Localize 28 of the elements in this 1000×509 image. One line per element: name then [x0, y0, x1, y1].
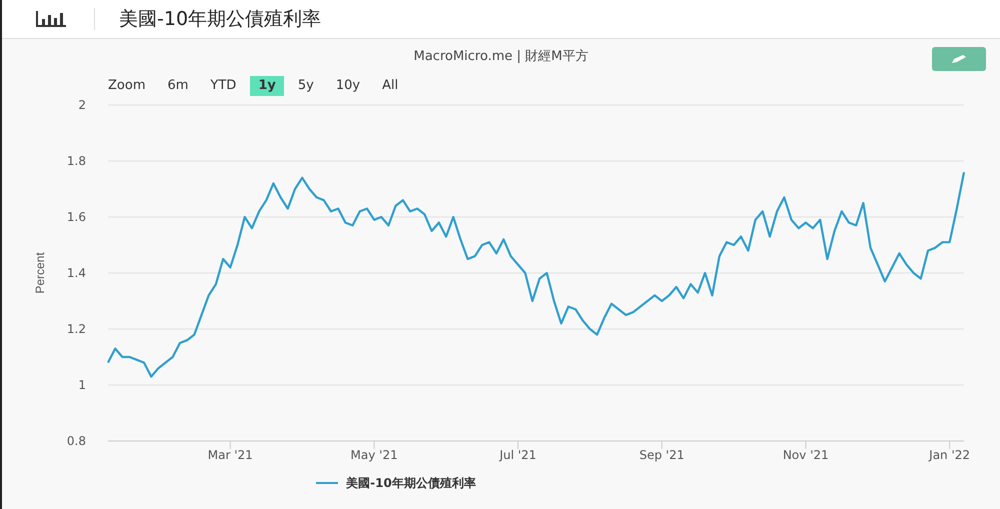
x-tick-label: Jul '21	[500, 448, 536, 462]
x-tick-label: May '21	[350, 448, 398, 462]
range-button[interactable]: YTD	[202, 76, 244, 96]
page-title: 美國-10年期公債殖利率	[119, 6, 322, 32]
y-tick-label: 1.4	[66, 266, 86, 280]
y-tick-label: 1	[78, 378, 86, 392]
y-tick-label: 0.8	[66, 434, 86, 448]
range-button[interactable]: 1y	[250, 76, 284, 96]
legend-line-icon	[316, 482, 338, 484]
x-tick-label: Nov '21	[782, 448, 829, 462]
zoom-label: Zoom	[108, 77, 146, 96]
x-tick-label: Mar '21	[208, 448, 253, 462]
bar-chart-icon	[36, 11, 66, 27]
x-tick-label: Jan '22	[929, 448, 970, 462]
edit-button[interactable]	[932, 47, 986, 71]
pencil-icon	[950, 54, 968, 64]
x-tick-label: Sep '21	[639, 448, 684, 462]
legend-label[interactable]: 美國-10年期公債殖利率	[346, 474, 476, 492]
range-button[interactable]: 10y	[328, 76, 368, 96]
chart-subtitle: MacroMicro.me | 財經M平方	[414, 48, 588, 66]
y-tick-label: 1.2	[66, 322, 86, 336]
range-button[interactable]: 5y	[290, 76, 322, 96]
range-button[interactable]: All	[374, 76, 406, 96]
y-axis-title: Percent	[33, 252, 47, 294]
range-button[interactable]: 6m	[159, 76, 196, 96]
y-tick-label: 1.6	[66, 210, 86, 224]
y-tick-label: 1.8	[66, 154, 86, 168]
y-tick-label: 2	[78, 98, 86, 112]
